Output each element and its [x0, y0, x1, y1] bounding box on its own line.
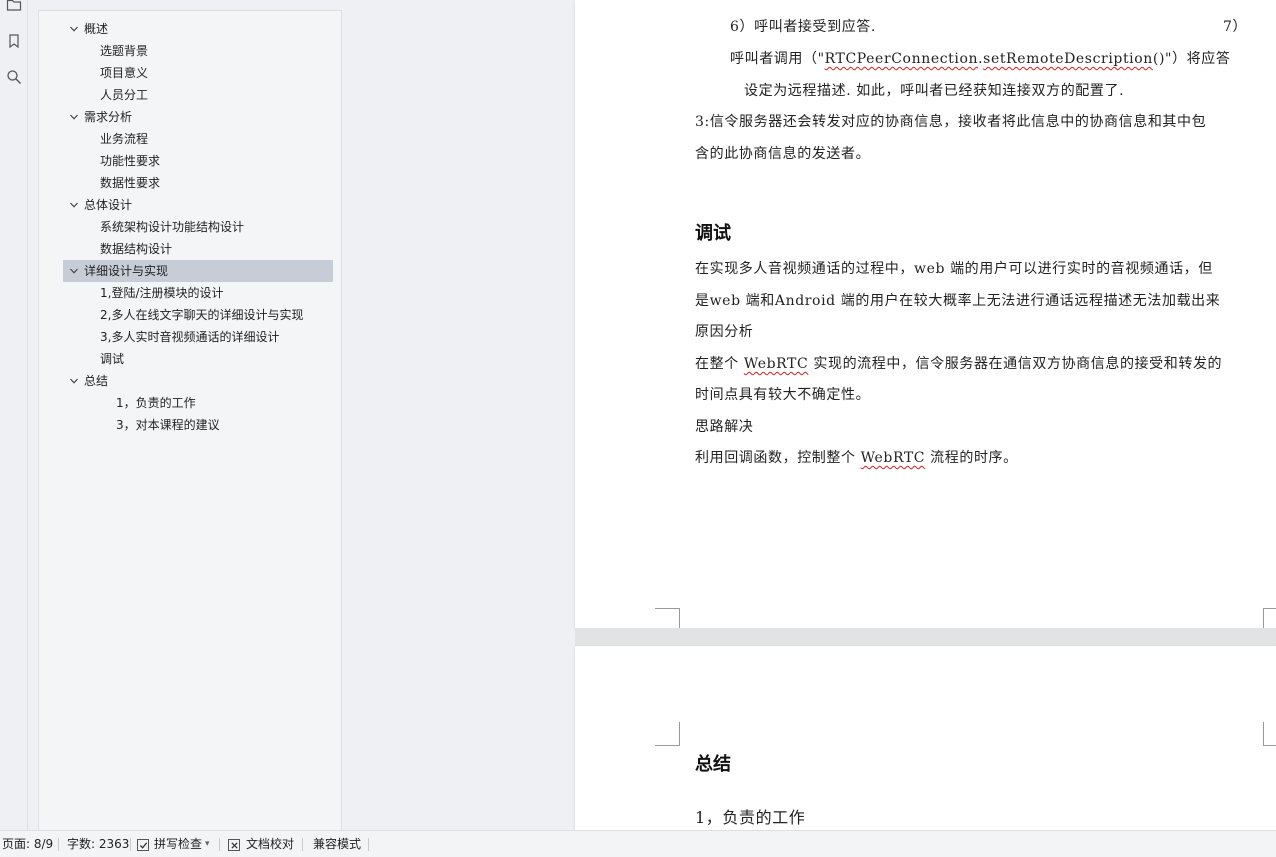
outline-item-label: 1,登陆/注册模块的设计 [100, 286, 224, 300]
text-run: 在整个 [695, 356, 744, 372]
outline-item[interactable]: 需求分析 [63, 106, 333, 128]
outline-item[interactable]: 人员分工 [63, 84, 333, 106]
outline-item-label: 数据结构设计 [100, 242, 173, 256]
misspelled-word[interactable]: WebRTC [861, 450, 925, 466]
text-line-debug-4: 在整个 WebRTC 实现的流程中，信令服务器在通信双方协商信息的接受和转发的 [695, 353, 1222, 373]
outline-item-label: 总结 [84, 374, 109, 388]
document-page[interactable]: 总结 1，负责的工作 [575, 646, 1276, 830]
spellcheck-button[interactable]: 拼写检查 [154, 831, 202, 857]
document-outline-pane: 概述选题背景项目意义人员分工需求分析业务流程功能性要求数据性要求总体设计系统架构… [38, 10, 342, 830]
outline-item[interactable]: 调试 [63, 348, 333, 370]
outline-item[interactable]: 功能性要求 [63, 150, 333, 172]
outline-item[interactable]: 详细设计与实现 [63, 260, 333, 282]
page-indicator[interactable]: 页面: 8/9 [2, 831, 53, 857]
outline-item[interactable]: 总体设计 [63, 194, 333, 216]
outline-item[interactable]: 数据结构设计 [63, 238, 333, 260]
text-run: 呼叫者调用（" [730, 51, 825, 67]
text-line-step7: 7） [1223, 19, 1248, 35]
document-canvas[interactable]: 6）呼叫者接受到应答. 7） 呼叫者调用（"RTCPeerConnection.… [343, 0, 1276, 830]
misspelled-word[interactable]: WebRTC [744, 356, 808, 372]
misspelled-word[interactable]: setRemoteDescription [983, 51, 1153, 67]
spellcheck-checkbox-icon[interactable] [137, 839, 149, 851]
outline-item-label: 3，对本课程的建议 [116, 418, 220, 432]
outline-item-label: 功能性要求 [100, 154, 161, 168]
outline-item-label: 业务流程 [100, 132, 149, 146]
outline-item[interactable]: 1,登陆/注册模块的设计 [63, 282, 333, 304]
status-bar: 页面: 8/9 字数: 2363 拼写检查 ▾ 文档校对 兼容模式 [0, 830, 1276, 857]
proofread-button[interactable]: 文档校对 [246, 831, 294, 857]
text-line-remote-desc: 设定为远程描述. 如此，呼叫者已经获知连接双方的配置了. [744, 83, 1125, 99]
status-divider [368, 838, 369, 851]
text-run: 流程的时序。 [925, 450, 1018, 466]
text-line-debug-1: 在实现多人音视频通话的过程中，web 端的用户可以进行实时的音视频通话，但 [695, 261, 1213, 277]
chevron-down-icon[interactable] [67, 370, 81, 392]
chevron-down-icon[interactable] [67, 260, 81, 282]
chevron-down-icon[interactable] [67, 194, 81, 216]
heading-summary: 总结 [695, 754, 731, 775]
outline-item-label: 项目意义 [100, 66, 149, 80]
status-divider [219, 838, 220, 851]
text-line-signal-cont: 含的此协商信息的发送者。 [695, 146, 871, 162]
outline-item[interactable]: 2,多人在线文字聊天的详细设计与实现 [63, 304, 333, 326]
text-run: ()"）将应答 [1152, 51, 1231, 67]
outline-item[interactable]: 数据性要求 [63, 172, 333, 194]
outline-item[interactable]: 总结 [63, 370, 333, 392]
chevron-down-icon[interactable] [67, 18, 81, 40]
outline-item-label: 2,多人在线文字聊天的详细设计与实现 [100, 308, 304, 322]
text-line-step6: 6）呼叫者接受到应答. [730, 19, 876, 35]
folder-icon[interactable] [4, 0, 24, 14]
outline-item-label: 选题背景 [100, 44, 149, 58]
word-count[interactable]: 字数: 2363 [67, 831, 129, 857]
outline-item-label: 调试 [100, 352, 125, 366]
page-break-gap [575, 628, 1276, 646]
outline-item[interactable]: 3，对本课程的建议 [63, 414, 333, 436]
status-divider [302, 838, 303, 851]
status-divider [130, 838, 131, 851]
text-line-debug-2: 是web 端和Android 端的用户在较大概率上无法进行通话远程描述无法加载出… [695, 293, 1221, 309]
side-icon-rail [0, 0, 28, 830]
text-line-summary-1: 1，负责的工作 [695, 808, 806, 827]
outline-item[interactable]: 选题背景 [63, 40, 333, 62]
margin-corner-mark [655, 608, 680, 628]
bookmark-icon[interactable] [4, 31, 24, 51]
outline-item[interactable]: 1，负责的工作 [63, 392, 333, 414]
text-line-debug-6: 思路解决 [695, 419, 754, 435]
outline-item-label: 系统架构设计功能结构设计 [100, 220, 245, 234]
outline-item-label: 需求分析 [84, 110, 133, 124]
text-line-debug-3: 原因分析 [695, 324, 754, 340]
proofread-icon[interactable] [228, 839, 240, 851]
chevron-down-icon[interactable] [67, 106, 81, 128]
text-line-signal: 3:信令服务器还会转发对应的协商信息，接收者将此信息中的协商信息和其中包 [695, 114, 1207, 130]
outline-item-label: 1，负责的工作 [116, 396, 196, 410]
document-page[interactable]: 6）呼叫者接受到应答. 7） 呼叫者调用（"RTCPeerConnection.… [575, 0, 1276, 628]
outline-item-label: 数据性要求 [100, 176, 161, 190]
outline-item-label: 详细设计与实现 [84, 264, 169, 278]
outline-item[interactable]: 3,多人实时音视频通话的详细设计 [63, 326, 333, 348]
outline-item-label: 概述 [84, 22, 109, 36]
outline-item[interactable]: 项目意义 [63, 62, 333, 84]
status-divider [58, 838, 59, 851]
outline-item[interactable]: 业务流程 [63, 128, 333, 150]
outline-item-label: 3,多人实时音视频通话的详细设计 [100, 330, 280, 344]
misspelled-word[interactable]: RTCPeerConnection [825, 51, 978, 67]
outline-item-label: 总体设计 [84, 198, 133, 212]
text-line-debug-7: 利用回调函数，控制整个 WebRTC 流程的时序。 [695, 447, 1018, 467]
outline-item-label: 人员分工 [100, 88, 149, 102]
text-line-debug-5: 时间点具有较大不确定性。 [695, 387, 871, 403]
text-line-set-remote: 呼叫者调用（"RTCPeerConnection.setRemoteDescri… [730, 48, 1231, 68]
compat-mode-indicator[interactable]: 兼容模式 [313, 831, 361, 857]
text-run: 利用回调函数，控制整个 [695, 450, 861, 466]
outline-item[interactable]: 概述 [63, 18, 333, 40]
chevron-down-icon[interactable]: ▾ [205, 831, 210, 857]
outline-item[interactable]: 系统架构设计功能结构设计 [63, 216, 333, 238]
margin-corner-mark [1263, 608, 1276, 628]
heading-debug: 调试 [695, 223, 731, 244]
text-run: 实现的流程中，信令服务器在通信双方协商信息的接受和转发的 [808, 356, 1223, 372]
word-processor-window: 概述选题背景项目意义人员分工需求分析业务流程功能性要求数据性要求总体设计系统架构… [0, 0, 1276, 857]
search-icon[interactable] [4, 67, 24, 87]
margin-corner-mark [655, 722, 680, 746]
margin-corner-mark [1263, 722, 1276, 746]
